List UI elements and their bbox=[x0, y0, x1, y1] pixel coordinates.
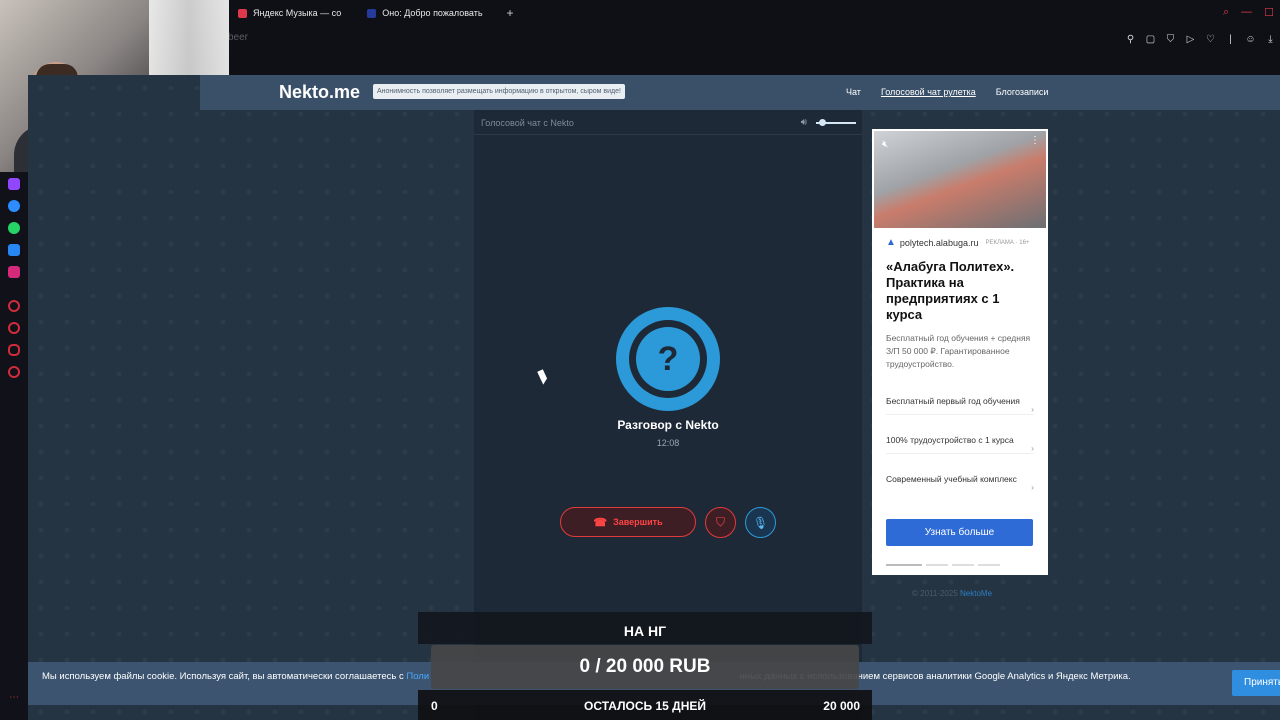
chevron-right-icon: › bbox=[1031, 482, 1034, 492]
ad-item-label: Современный учебный комплекс bbox=[886, 474, 1017, 484]
yandex-music-icon bbox=[238, 8, 247, 18]
maximize-icon[interactable]: ☐ bbox=[1264, 6, 1274, 19]
donation-amount: 0 / 20 000 RUB bbox=[431, 645, 859, 689]
ad-title[interactable]: «Алабуга Политех». Практика на предприят… bbox=[886, 259, 1036, 323]
mic-button[interactable]: 🎙︎ bbox=[745, 507, 776, 538]
search-icon[interactable]: ⌕ bbox=[1223, 6, 1229, 19]
ad-page-dot bbox=[886, 564, 922, 566]
instagram-icon[interactable] bbox=[8, 266, 20, 278]
chevron-right-icon: › bbox=[1031, 404, 1034, 414]
ad-arrow-icon: ▲ bbox=[886, 237, 896, 248]
ad-item[interactable]: Бесплатный первый год обучения › bbox=[886, 395, 1034, 415]
browser-sidebar: ⋯ bbox=[0, 172, 28, 720]
ad-item-label: 100% трудоустройство с 1 курса bbox=[886, 435, 1014, 445]
report-button[interactable]: ⛉ bbox=[705, 507, 736, 538]
volume-icon[interactable]: 🔊︎ bbox=[801, 117, 807, 128]
site-header bbox=[200, 75, 1280, 110]
donation-progress: 0 ОСТАЛОСЬ 15 ДНЕЙ 20 000 bbox=[418, 690, 872, 720]
play-icon[interactable]: ▷ bbox=[1185, 34, 1196, 45]
site-icon bbox=[367, 8, 377, 18]
partner-name: Разговор с Nekto bbox=[617, 418, 719, 432]
end-call-label: Завершить bbox=[613, 517, 663, 527]
partner-avatar: ? bbox=[616, 307, 720, 411]
donation-remaining: ОСТАЛОСЬ 15 ДНЕЙ bbox=[584, 699, 706, 713]
ad-pagination bbox=[886, 564, 1000, 566]
address-bar[interactable]: beer bbox=[228, 32, 248, 43]
ad-cta-button[interactable]: Узнать больше bbox=[886, 519, 1033, 546]
ad-domain[interactable]: ▲ polytech.alabuga.ru РЕКЛАМА · 16+ bbox=[886, 237, 1029, 248]
site-slogan: Анонимность позволяет размещать информац… bbox=[373, 84, 625, 99]
ad-description: Бесплатный год обучения + средняя З/П 50… bbox=[886, 333, 1031, 369]
copyright-link[interactable]: NektoMe bbox=[960, 589, 992, 598]
nav-chat[interactable]: Чат bbox=[846, 87, 861, 97]
cookie-text-before: Мы используем файлы cookie. Используя са… bbox=[42, 671, 404, 682]
chat-header: Голосовой чат с Nekto 🔊︎ bbox=[474, 110, 862, 135]
divider: | bbox=[1229, 34, 1232, 45]
twitch-icon[interactable] bbox=[8, 178, 20, 190]
nav-voice-roulette[interactable]: Голосовой чат рулетка bbox=[881, 87, 976, 97]
pin-icon[interactable]: ⚲ bbox=[1125, 34, 1136, 45]
end-call-button[interactable]: ☎ Завершить bbox=[560, 507, 696, 537]
tab-bar: Яндекс Музыка — со Оно: Добро пожаловать… bbox=[228, 3, 522, 23]
more-icon[interactable]: ⋯ bbox=[9, 692, 19, 703]
settings-icon[interactable] bbox=[8, 366, 20, 378]
tab-label: Яндекс Музыка — со bbox=[253, 8, 342, 18]
ad-tag: РЕКЛАМА · 16+ bbox=[985, 239, 1030, 246]
ad-item[interactable]: 100% трудоустройство с 1 курса › bbox=[886, 434, 1034, 454]
ad-banner[interactable]: 🔇︎ ⋮ ▲ polytech.alabuga.ru РЕКЛАМА · 16+… bbox=[872, 129, 1048, 575]
mute-icon[interactable]: 🔇︎ bbox=[882, 139, 888, 150]
ad-item-label: Бесплатный первый год обучения bbox=[886, 396, 1020, 406]
tab-ono[interactable]: Оно: Добро пожаловать bbox=[357, 4, 492, 22]
browser-toolbar: ⚲ ▢ ⛉ ▷ ♡ | ☺ ⤓ bbox=[1125, 34, 1276, 45]
copyright: © 2011-2025 NektoMe bbox=[912, 589, 992, 598]
ad-page-dot bbox=[926, 564, 948, 566]
hangup-icon: ☎ bbox=[593, 516, 608, 529]
accept-cookies-button[interactable]: Принять bbox=[1232, 670, 1280, 696]
download-icon[interactable]: ⤓ bbox=[1265, 34, 1276, 45]
window-controls: ⌕ — ☐ bbox=[1223, 6, 1274, 19]
minimize-icon[interactable]: — bbox=[1241, 6, 1252, 19]
shield-icon[interactable]: ⛉ bbox=[1165, 34, 1176, 45]
chat-icon[interactable] bbox=[8, 344, 20, 356]
site-logo[interactable]: Nekto.me bbox=[279, 82, 360, 103]
whatsapp-icon[interactable] bbox=[8, 222, 20, 234]
messenger-icon[interactable] bbox=[8, 200, 20, 212]
chat-title: Голосовой чат с Nekto bbox=[481, 118, 574, 128]
volume-knob[interactable] bbox=[819, 119, 826, 126]
screenshot-icon[interactable]: ▢ bbox=[1145, 34, 1156, 45]
tab-yandex-music[interactable]: Яндекс Музыка — со bbox=[228, 4, 351, 22]
chevron-right-icon: › bbox=[1031, 443, 1034, 453]
heart-icon[interactable]: ♡ bbox=[1205, 34, 1216, 45]
microphone-icon: 🎙︎ bbox=[752, 515, 769, 530]
donation-title: НА НГ bbox=[418, 612, 872, 644]
site-nav: Чат Голосовой чат рулетка Блогозаписи bbox=[846, 87, 1048, 97]
history-icon[interactable] bbox=[8, 322, 20, 334]
record-icon[interactable] bbox=[8, 300, 20, 312]
tab-label: Оно: Добро пожаловать bbox=[382, 8, 483, 18]
nav-blog[interactable]: Блогозаписи bbox=[996, 87, 1049, 97]
copyright-text: © 2011-2025 bbox=[912, 589, 958, 598]
donation-max: 20 000 bbox=[823, 699, 860, 713]
ad-page-dot bbox=[952, 564, 974, 566]
ad-item[interactable]: Современный учебный комплекс › bbox=[886, 473, 1034, 492]
shield-icon: ⛉ bbox=[715, 515, 725, 529]
donation-goal-overlay: НА НГ 0 / 20 000 RUB 0 ОСТАЛОСЬ 15 ДНЕЙ … bbox=[418, 612, 872, 720]
new-tab-icon[interactable]: + bbox=[499, 6, 522, 20]
question-icon: ? bbox=[636, 327, 700, 391]
vk-icon[interactable] bbox=[8, 244, 20, 256]
ad-menu-icon[interactable]: ⋮ bbox=[1030, 135, 1040, 146]
ad-video[interactable]: 🔇︎ ⋮ bbox=[874, 131, 1046, 228]
ad-domain-text: polytech.alabuga.ru bbox=[899, 237, 979, 248]
call-timer: 12:08 bbox=[656, 438, 680, 448]
profile-icon[interactable]: ☺ bbox=[1245, 34, 1256, 45]
ad-page-dot bbox=[978, 564, 1000, 566]
